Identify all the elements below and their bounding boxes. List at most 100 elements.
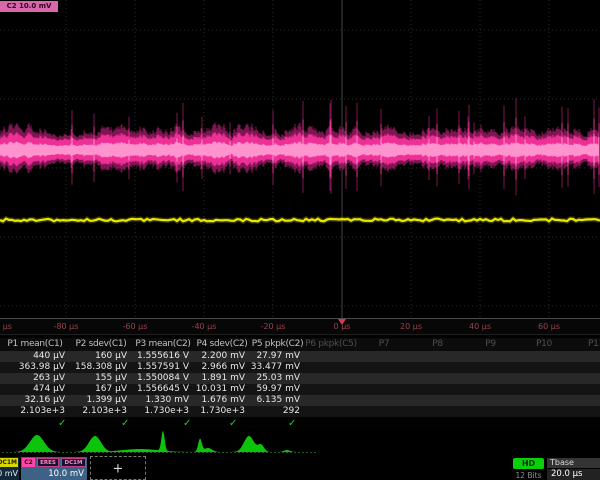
measurement-cell [357,395,411,406]
measurement-cell: 1.330 mV [132,395,194,406]
measurement-cell [305,395,357,406]
measurement-cell [464,395,517,406]
measurement-header-p1[interactable]: P1 mean(C1) [0,338,70,351]
bottom-bar: DC1M 0 mV C2 ERES DC1M 10.0 mV + HD 12 B… [0,456,600,480]
c2-eres-badge: ERES [37,458,59,467]
measurement-cell: 2.103e+3 [0,406,70,417]
measurement-cell [517,406,571,417]
measurement-cell [571,395,600,406]
measurement-cell: 2.103e+3 [70,406,132,417]
measurement-cell: 25.03 mV [250,373,305,384]
measurement-cell [517,384,571,395]
measurement-cell: 1.891 mV [194,373,250,384]
measurement-header-p7[interactable]: P7 [357,338,411,351]
measurement-header-p2[interactable]: P2 sdev(C1) [70,338,132,351]
histicon-strip [0,428,600,456]
measurement-header-p8[interactable]: P8 [411,338,464,351]
measurement-cell [411,351,464,362]
channel-c1-descriptor[interactable]: DC1M 0 mV [0,457,19,480]
time-axis-label: 20 μs [400,322,422,331]
measurement-header-p3[interactable]: P3 mean(C2) [132,338,194,351]
measurement-row: 263 μV155 μV1.550084 V1.891 mV25.03 mV [0,373,600,384]
time-axis-label: -40 μs [192,322,217,331]
measurement-header-p10[interactable]: P10 [517,338,571,351]
measurement-cell [571,384,600,395]
waveform-plot-area: C2 10.0 mV [0,0,600,318]
measurement-cell [571,406,600,417]
measurement-cell: 1.556645 V [132,384,194,395]
histicon-svg [0,428,600,456]
add-new-trace-box[interactable]: + [90,456,146,480]
measurement-row: 474 μV167 μV1.556645 V10.031 mV59.97 mV [0,384,600,395]
measurement-row: 440 μV160 μV1.555616 V2.200 mV27.97 mV [0,351,600,362]
timebase-descriptor[interactable]: Tbase 20.0 μs [547,458,600,480]
hd-mode-badge[interactable]: HD [513,458,544,469]
measurement-header-p11[interactable]: P11 [571,338,600,351]
trace-label-badge[interactable]: C2 10.0 mV [0,1,58,12]
measurement-header-p9[interactable]: P9 [464,338,517,351]
measurement-cell [464,384,517,395]
measurement-cell: 1.555616 V [132,351,194,362]
trace-c2-noise [0,98,599,195]
measurement-row: 32.16 μV1.399 μV1.330 mV1.676 mV6.135 mV [0,395,600,406]
measurement-cell [305,373,357,384]
time-axis-label: -100 μs [0,322,12,331]
measurement-cell [411,362,464,373]
measurement-header-p4[interactable]: P4 sdev(C2) [194,338,250,351]
measurement-cell [517,351,571,362]
measurement-cell: 1.676 mV [194,395,250,406]
measurement-cell [411,384,464,395]
measurement-cell: 6.135 mV [250,395,305,406]
c2-vdiv-readout: 10.0 mV [48,469,84,479]
measurement-cell [517,362,571,373]
measurement-cell [305,362,357,373]
histicon-p4 [192,439,224,453]
measurement-cell: 59.97 mV [250,384,305,395]
measurement-cell: 1.557591 V [132,362,194,373]
measurement-cell: 292 [250,406,305,417]
time-axis: -100 μs-80 μs-60 μs-40 μs-20 μs0 μs20 μs… [0,318,600,335]
measurement-cell: 263 μV [0,373,70,384]
plus-icon: + [113,463,124,476]
measurement-cell [571,351,600,362]
measurement-cell [464,373,517,384]
measurement-header-p6[interactable]: P6 pkpk(C5) [305,338,357,351]
measurement-cell [357,384,411,395]
measurement-cell [357,373,411,384]
measurement-row: 363.98 μV158.308 μV1.557591 V2.966 mV33.… [0,362,600,373]
measurement-cell: 27.97 mV [250,351,305,362]
trace-c1-flat [0,219,600,222]
measurement-cell: 158.308 μV [70,362,132,373]
measurement-cell: 474 μV [0,384,70,395]
measurement-cell [517,395,571,406]
measurement-cell: 1.550084 V [132,373,194,384]
measurement-cell: 1.399 μV [70,395,132,406]
measurement-cell [305,406,357,417]
measurement-cell [357,406,411,417]
measurement-cell [411,373,464,384]
measurement-cell: 33.477 mV [250,362,305,373]
measurement-cell [305,384,357,395]
time-axis-label: 40 μs [469,322,491,331]
measurement-cell [357,351,411,362]
measurement-cell [357,362,411,373]
measurement-cell: 167 μV [70,384,132,395]
measurement-table: P1 mean(C1)P2 sdev(C1)P3 mean(C2)P4 sdev… [0,338,600,428]
measurement-cell [464,351,517,362]
time-axis-label: 0 μs [334,322,351,331]
measurement-cell: 155 μV [70,373,132,384]
histicon-p5 [229,436,299,452]
histicon-p1 [9,435,65,452]
measurement-header-row: P1 mean(C1)P2 sdev(C1)P3 mean(C2)P4 sdev… [0,338,600,351]
measurement-row: 2.103e+32.103e+31.730e+31.730e+3292 [0,406,600,417]
measurement-header-p5[interactable]: P5 pkpk(C2) [250,338,305,351]
measurement-cell [464,406,517,417]
time-axis-label: -20 μs [261,322,286,331]
measurement-cell [411,395,464,406]
channel-c2-descriptor[interactable]: C2 ERES DC1M 10.0 mV [21,457,87,480]
measurement-cell [517,373,571,384]
measurement-cell [464,362,517,373]
oscilloscope-screen: C2 10.0 mV -100 μs-80 μs-60 μs-40 μs-20 … [0,0,600,480]
time-axis-label: -80 μs [54,322,79,331]
c2-label-badge: C2 [22,458,35,467]
